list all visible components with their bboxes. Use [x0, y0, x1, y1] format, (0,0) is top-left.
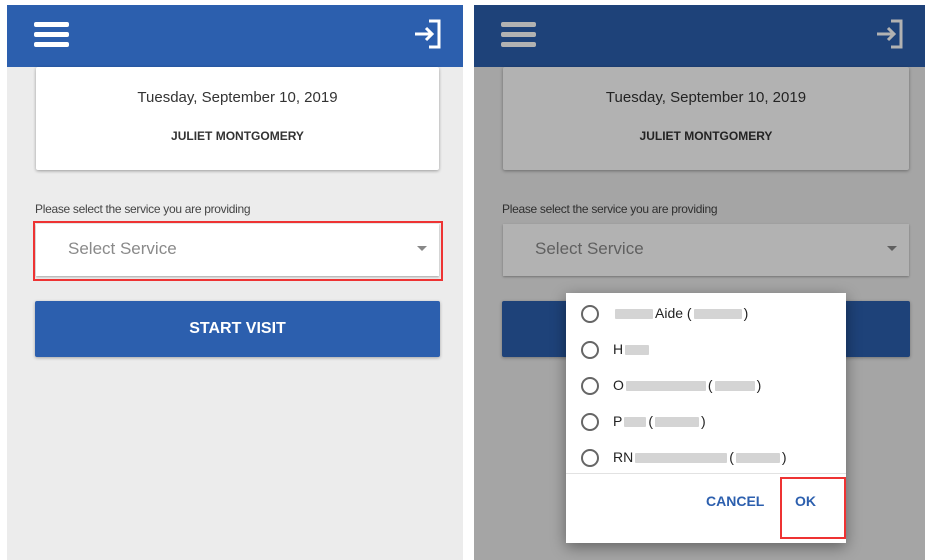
start-visit-button[interactable]: START VISIT [35, 301, 440, 357]
redacted-text [714, 381, 755, 392]
service-option[interactable]: O() [566, 369, 846, 403]
logout-arrow-icon[interactable] [411, 17, 445, 51]
highlight-box-select [33, 221, 443, 281]
radio-unchecked-icon[interactable] [581, 377, 599, 395]
redacted-text [635, 453, 728, 464]
visit-info-card: Tuesday, September 10, 2019 JULIET MONTG… [36, 67, 439, 170]
service-prompt: Please select the service you are provid… [35, 202, 251, 216]
client-name: JULIET MONTGOMERY [171, 129, 304, 143]
option-text: P [613, 413, 623, 429]
radio-unchecked-icon[interactable] [581, 341, 599, 359]
service-picker-dialog: Aide () H O() P() RN() CANCEL OK [566, 293, 846, 543]
radio-unchecked-icon[interactable] [581, 413, 599, 431]
option-text: H [613, 341, 624, 357]
screen-before: Tuesday, September 10, 2019 JULIET MONTG… [7, 5, 463, 560]
service-option[interactable]: P() [566, 405, 846, 439]
redacted-text [625, 381, 706, 392]
redacted-text [624, 417, 647, 428]
radio-unchecked-icon[interactable] [581, 449, 599, 467]
highlight-box-ok [780, 477, 846, 539]
redacted-text [655, 417, 700, 428]
service-option[interactable]: RN() [566, 441, 846, 475]
radio-unchecked-icon[interactable] [581, 305, 599, 323]
hamburger-menu-icon[interactable] [34, 22, 69, 48]
option-text: O [613, 377, 624, 393]
service-option[interactable]: Aide () [566, 297, 846, 331]
redacted-text [615, 309, 653, 320]
service-option[interactable]: H [566, 333, 846, 367]
dialog-divider [566, 473, 846, 474]
redacted-text [625, 345, 650, 356]
option-text: RN [613, 449, 634, 465]
cancel-button[interactable]: CANCEL [706, 493, 764, 509]
app-bar [7, 5, 463, 67]
redacted-text [735, 453, 780, 464]
redacted-text [693, 309, 742, 320]
option-text: Aide ( [655, 305, 692, 321]
screen-after: Tuesday, September 10, 2019 JULIET MONTG… [474, 5, 925, 560]
visit-date: Tuesday, September 10, 2019 [137, 89, 338, 106]
